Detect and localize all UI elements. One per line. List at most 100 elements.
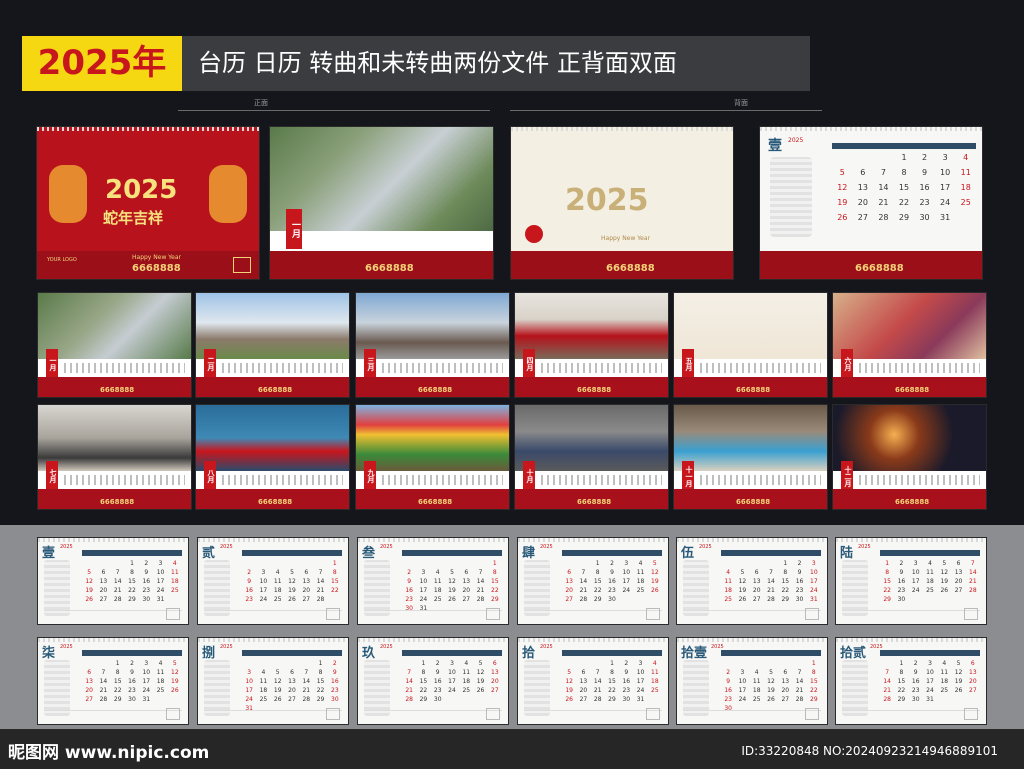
- day-cell: 11: [636, 569, 645, 576]
- date-strip: [700, 363, 821, 373]
- card-phone: 6668888: [418, 498, 453, 506]
- day-cell: 12: [837, 183, 848, 192]
- month-photo: [515, 405, 668, 471]
- empty-cell: [96, 560, 110, 567]
- day-cell: 4: [928, 560, 932, 567]
- month-photo: [674, 405, 827, 471]
- day-grid: 1 2 3 4 5 6 7 8 9 10 11 12 13 14 15 16 17 18 19 20 21 22 23 24 2…: [242, 660, 342, 712]
- card-phone: 6668888: [895, 498, 930, 506]
- card-phone: 6668888: [258, 498, 293, 506]
- weekday-bar: [402, 650, 502, 656]
- weekday-bar: [562, 550, 662, 556]
- day-cell: 10: [810, 569, 818, 576]
- day-cell: 20: [969, 678, 977, 685]
- day-cell: 20: [752, 587, 761, 594]
- back-guide-line: [510, 110, 822, 111]
- day-cell: 2: [797, 560, 802, 567]
- day-cell: 29: [883, 596, 891, 603]
- weekday-bar: [82, 550, 182, 556]
- day-cell: 28: [767, 596, 775, 603]
- empty-cell: [271, 660, 285, 667]
- card-footer-line: [364, 610, 502, 618]
- qr-placeholder: [486, 708, 500, 720]
- day-cell: 17: [738, 687, 747, 694]
- day-cell: 1: [901, 153, 907, 162]
- day-cell: 18: [960, 183, 971, 192]
- month-number: 壹: [768, 138, 782, 154]
- day-cell: 19: [476, 678, 485, 685]
- day-cell: 4: [464, 660, 469, 667]
- day-cell: 29: [491, 596, 499, 603]
- day-cell: 16: [897, 578, 906, 585]
- day-cell: 7: [885, 669, 890, 676]
- cover-phone: 6668888: [132, 263, 181, 274]
- day-cell: 24: [636, 687, 645, 694]
- decorative-pattern: [842, 660, 868, 716]
- empty-cell: [242, 560, 256, 567]
- day-cell: 1: [115, 660, 120, 667]
- weekday-bar: [242, 650, 342, 656]
- day-grid: 1 2 3 4 5 6 7 8 9 10 11 12 13 14 15 16 17 18 19 20 21 22 23 24 2…: [402, 660, 502, 703]
- day-cell: 5: [450, 569, 454, 576]
- back-month-card: 柒 2025 1 2 3 4 5 6 7 8 9 10 11 12 13 14 15 16 17 18 19 20 21 22…: [37, 637, 189, 725]
- day-cell: 17: [142, 678, 151, 685]
- day-cell: 14: [316, 578, 325, 585]
- day-cell: 25: [273, 596, 282, 603]
- back-month-card: 陆 2025 1 2 3 4 5 6 7 8 9 10 11 12 13 14 15 16 17 18 19 20 21 22…: [835, 537, 987, 625]
- day-cell: 6: [860, 168, 866, 177]
- month-photo: [833, 293, 986, 359]
- day-cell: 2: [624, 660, 629, 667]
- empty-cell: [764, 560, 778, 567]
- day-cell: 5: [290, 569, 294, 576]
- binding-rings: [198, 538, 348, 542]
- day-cell: 28: [579, 596, 588, 603]
- card-phone: 6668888: [258, 386, 293, 394]
- day-cell: 30: [608, 596, 616, 603]
- decorative-pattern: [842, 560, 868, 616]
- day-cell: 13: [85, 678, 93, 685]
- empty-cell: [299, 660, 313, 667]
- month-number: 拾贰: [840, 646, 867, 661]
- day-cell: 1: [130, 560, 134, 567]
- day-cell: 22: [491, 587, 499, 594]
- day-cell: 21: [969, 578, 977, 585]
- month-tag: 六月: [841, 349, 853, 379]
- day-cell: 12: [738, 578, 747, 585]
- cover-blessing: 蛇年吉祥: [103, 209, 164, 227]
- back-month-card: 拾壹 2025 1 2 3 4 5 6 7 8 9 10 11 12 13 14 15 16 17 18 19 20 21 2…: [676, 637, 828, 725]
- day-cell: 22: [883, 587, 891, 594]
- empty-cell: [750, 660, 764, 667]
- day-cell: 24: [911, 587, 920, 594]
- day-cell: 30: [128, 696, 136, 703]
- day-cell: 19: [448, 587, 456, 594]
- day-cell: 2: [332, 660, 337, 667]
- day-cell: 7: [407, 669, 412, 676]
- day-cell: 10: [911, 569, 920, 576]
- day-cell: 20: [857, 198, 868, 207]
- day-cell: 21: [579, 587, 588, 594]
- day-cell: 7: [581, 569, 586, 576]
- empty-cell: [285, 560, 299, 567]
- day-cell: 4: [942, 660, 947, 667]
- weekday-bar: [880, 550, 980, 556]
- empty-cell: [416, 560, 430, 567]
- day-cell: 20: [288, 687, 296, 694]
- day-cell: 25: [259, 696, 268, 703]
- day-cell: 26: [954, 687, 963, 694]
- day-cell: 18: [462, 678, 471, 685]
- day-cell: 23: [142, 587, 151, 594]
- day-cell: 2: [726, 669, 731, 676]
- weekday-bar: [402, 550, 502, 556]
- empty-cell: [562, 660, 576, 667]
- card-phone: 6668888: [736, 498, 771, 506]
- day-cell: 7: [318, 569, 323, 576]
- empty-cell: [721, 660, 735, 667]
- day-cell: 7: [880, 168, 886, 177]
- day-cell: 20: [462, 587, 471, 594]
- card-footer-line: [683, 610, 821, 618]
- day-cell: 17: [926, 678, 934, 685]
- day-cell: 9: [332, 669, 337, 676]
- day-cell: 29: [419, 696, 428, 703]
- month-year: 2025: [380, 544, 393, 550]
- card-phone: 6668888: [855, 263, 904, 274]
